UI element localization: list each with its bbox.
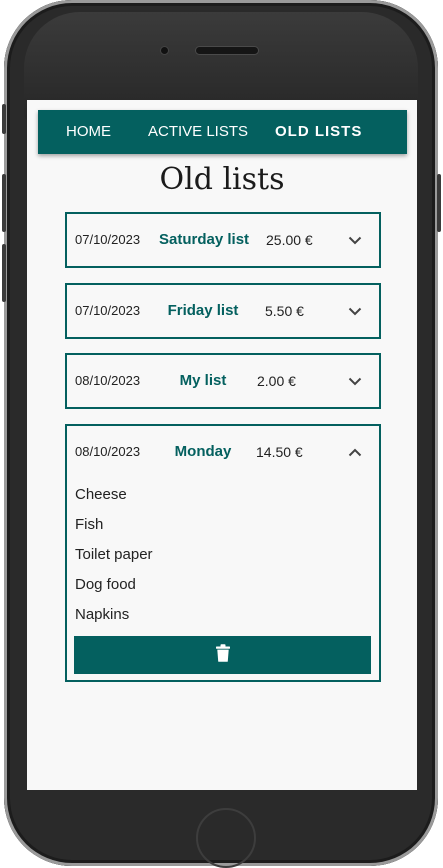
list-date: 08/10/2023 [75, 373, 141, 388]
page-title: Old lists [159, 162, 285, 197]
list-item: Fish [75, 516, 104, 533]
list-card-header[interactable]: 07/10/2023 Saturday list 25.00 € [67, 214, 379, 266]
list-item: Dog food [75, 576, 136, 593]
list-card-header[interactable]: 08/10/2023 My list 2.00 € [67, 355, 379, 407]
list-name: My list [179, 372, 227, 389]
chevron-down-icon[interactable] [345, 230, 365, 250]
navbar: HOME ACTIVE LISTS OLD LISTS [38, 110, 407, 154]
list-total: 14.50 € [256, 444, 303, 460]
earpiece-speaker [196, 47, 258, 54]
chevron-down-icon[interactable] [345, 301, 365, 321]
list-item: Napkins [75, 606, 130, 623]
list-date: 07/10/2023 [75, 303, 141, 318]
trash-icon [215, 644, 230, 666]
list-name: Monday [174, 443, 232, 460]
app-screen: HOME ACTIVE LISTS OLD LISTS Old lists 07… [27, 100, 417, 790]
list-card: 07/10/2023 Saturday list 25.00 € [65, 212, 381, 268]
list-card-header[interactable]: 08/10/2023 Monday 14.50 € [67, 426, 379, 478]
home-button[interactable] [196, 808, 256, 868]
list-date: 08/10/2023 [75, 444, 141, 459]
list-name: Saturday list [159, 231, 250, 248]
mute-switch [2, 104, 6, 134]
list-total: 5.50 € [265, 303, 304, 319]
chevron-up-icon[interactable] [345, 442, 365, 462]
nav-old-lists[interactable]: OLD LISTS [275, 110, 362, 154]
list-card-header[interactable]: 07/10/2023 Friday list 5.50 € [67, 285, 379, 337]
nav-active-lists[interactable]: ACTIVE LISTS [148, 110, 248, 154]
list-item: Toilet paper [75, 546, 153, 563]
list-item: Cheese [75, 486, 127, 503]
nav-home[interactable]: HOME [66, 110, 111, 154]
power-button [437, 174, 441, 232]
volume-up-button [2, 174, 6, 232]
list-items: Cheese Fish Toilet paper Dog food Napkin… [67, 478, 379, 630]
front-camera [161, 47, 168, 54]
list-total: 2.00 € [257, 373, 296, 389]
list-date: 07/10/2023 [75, 232, 141, 247]
list-card: 07/10/2023 Friday list 5.50 € [65, 283, 381, 339]
list-total: 25.00 € [266, 232, 313, 248]
delete-list-button[interactable] [74, 636, 371, 674]
chevron-down-icon[interactable] [345, 371, 365, 391]
list-card-expanded: 08/10/2023 Monday 14.50 € Cheese Fish To… [65, 424, 381, 682]
list-name: Friday list [167, 302, 239, 319]
list-card: 08/10/2023 My list 2.00 € [65, 353, 381, 409]
volume-down-button [2, 244, 6, 302]
